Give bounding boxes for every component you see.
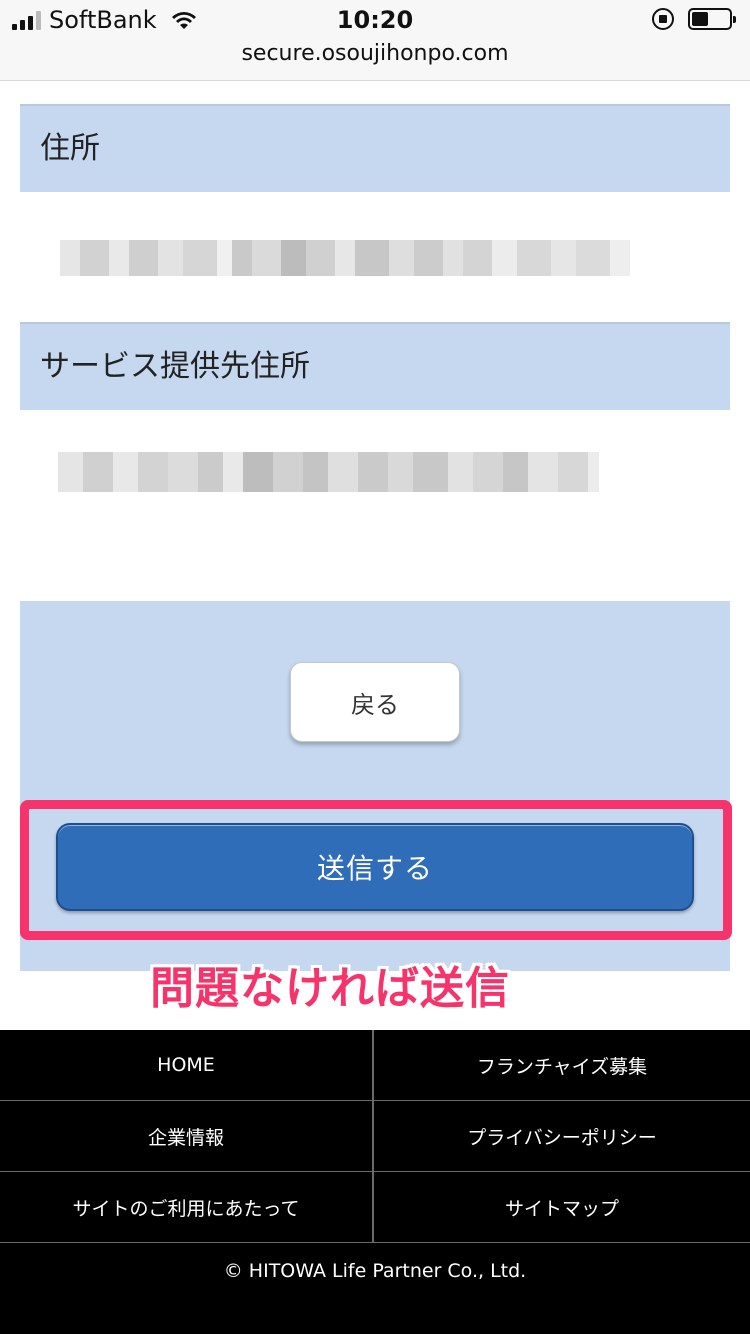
footer-link-privacy[interactable]: プライバシーポリシー <box>374 1101 750 1172</box>
back-button-label: 戻る <box>351 690 399 719</box>
orientation-lock-icon <box>652 8 674 30</box>
submit-button[interactable]: 送信する <box>56 823 694 911</box>
battery-icon <box>688 8 736 30</box>
annotation-caption: 問題なければ送信 <box>150 963 510 1014</box>
footer-link-sitemap[interactable]: サイトマップ <box>374 1172 750 1243</box>
copyright: © HITOWA Life Partner Co., Ltd. <box>223 1260 527 1282</box>
back-button[interactable]: 戻る <box>290 662 460 742</box>
service-address-label: サービス提供先住所 <box>40 349 310 384</box>
footer-link-franchise[interactable]: フランチャイズ募集 <box>374 1030 750 1101</box>
footer-nav: HOME フランチャイズ募集 企業情報 プライバシーポリシー サイトのご利用にあ… <box>0 1030 750 1243</box>
footer-link-home[interactable]: HOME <box>0 1030 374 1101</box>
status-bar: SoftBank 10:20 <box>0 0 750 40</box>
submit-button-label: 送信する <box>316 852 433 885</box>
address-header: 住所 <box>20 104 730 192</box>
address-value-redacted <box>60 240 630 276</box>
url-text: secure.osoujihonpo.com <box>241 41 509 66</box>
service-address-value-redacted <box>58 452 624 492</box>
footer: HOME フランチャイズ募集 企業情報 プライバシーポリシー サイトのご利用にあ… <box>0 1030 750 1334</box>
clock: 10:20 <box>336 6 414 34</box>
service-address-header: サービス提供先住所 <box>20 322 730 410</box>
url-bar[interactable]: secure.osoujihonpo.com <box>0 40 750 81</box>
address-label: 住所 <box>40 131 100 166</box>
footer-link-company[interactable]: 企業情報 <box>0 1101 374 1172</box>
footer-link-terms[interactable]: サイトのご利用にあたって <box>0 1172 374 1243</box>
